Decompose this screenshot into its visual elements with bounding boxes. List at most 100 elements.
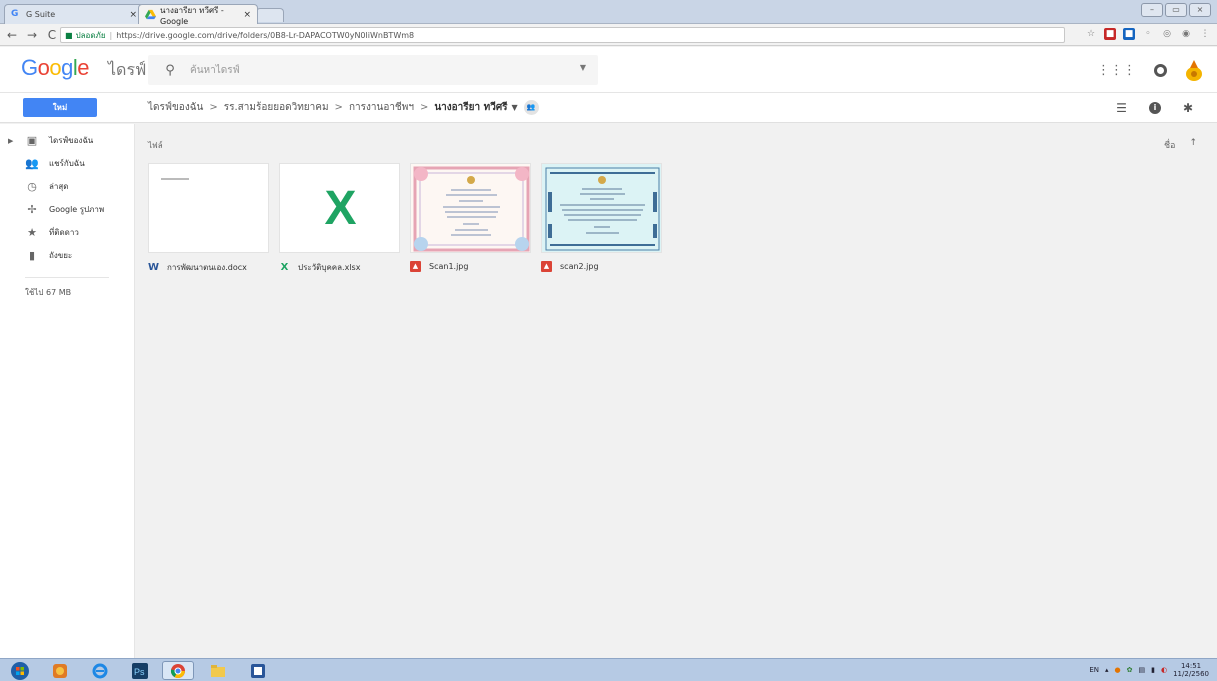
tab-label: นางอารียา ทวีศรี - Google bbox=[160, 5, 224, 26]
sort-control[interactable]: ชื่อ ↑ bbox=[1164, 138, 1197, 152]
tab-gsuite[interactable]: G G Suite × bbox=[4, 4, 144, 24]
volume-icon[interactable]: ◐ bbox=[1161, 666, 1167, 674]
file-name-row: ▲ Scan1.jpg bbox=[410, 261, 531, 272]
trash-icon: ▮ bbox=[28, 249, 36, 262]
tab-label: G Suite bbox=[26, 10, 56, 19]
taskbar-app-icon[interactable] bbox=[44, 661, 76, 680]
shared-folder-icon[interactable]: 👥 bbox=[523, 100, 539, 115]
search-input[interactable]: ค้นหาไดรฟ์ bbox=[190, 63, 240, 78]
search-box[interactable]: ⚲ ค้นหาไดรฟ์ ▼ bbox=[148, 55, 598, 85]
tray-app-icon[interactable]: ✿ bbox=[1127, 666, 1133, 674]
sidebar-item-photos[interactable]: ✢ Google รูปภาพ bbox=[0, 198, 134, 221]
photos-icon: ✢ bbox=[27, 203, 37, 216]
clock-date: 11/2/2560 bbox=[1173, 670, 1209, 678]
back-icon[interactable]: ← bbox=[4, 28, 20, 42]
new-tab-button[interactable] bbox=[256, 8, 284, 22]
info-icon[interactable]: i bbox=[1148, 102, 1161, 114]
photoshop-icon[interactable]: Ps bbox=[124, 661, 156, 680]
tab-close-icon[interactable]: × bbox=[243, 10, 251, 20]
chrome-menu-icon[interactable]: ⋮ bbox=[1199, 28, 1211, 40]
file-explorer-icon[interactable] bbox=[202, 661, 234, 680]
file-thumbnail[interactable]: X bbox=[279, 163, 400, 253]
settings-gear-icon[interactable]: ✱ bbox=[1183, 101, 1193, 115]
minimize-button[interactable]: – bbox=[1141, 3, 1163, 17]
shared-icon: 👥 bbox=[25, 157, 39, 170]
secure-label: ปลอดภัย bbox=[75, 30, 106, 40]
sidebar: ▶ ▣ ไดรฟ์ของฉัน 👥 แชร์กับฉัน ◷ ล่าสุด ✢ … bbox=[0, 124, 135, 658]
start-button[interactable] bbox=[4, 661, 36, 680]
drive-header: Google ไดรฟ์ ⚲ ค้นหาไดรฟ์ ▼ ⋮⋮⋮ bbox=[0, 47, 1217, 93]
tray-expand-icon[interactable]: ▴ bbox=[1105, 666, 1109, 674]
internet-explorer-icon[interactable] bbox=[84, 661, 116, 680]
sidebar-item-label: แชร์กับฉัน bbox=[49, 159, 85, 168]
breadcrumb-current-folder[interactable]: นางอารียา ทวีศรี bbox=[434, 100, 507, 115]
sidebar-item-trash[interactable]: ▮ ถังขยะ bbox=[0, 244, 134, 267]
bookmark-star-icon[interactable]: ☆ bbox=[1085, 28, 1097, 40]
extension-blue-icon[interactable]: ■ bbox=[1123, 28, 1135, 40]
file-thumbnail[interactable] bbox=[410, 163, 531, 253]
new-button[interactable]: ใหม่ bbox=[23, 98, 97, 117]
window-controls: – ▭ × bbox=[1141, 3, 1211, 17]
tab-close-icon[interactable]: × bbox=[129, 10, 137, 20]
url-divider: | bbox=[109, 30, 113, 40]
search-icon[interactable]: ⚲ bbox=[156, 63, 184, 78]
sidebar-item-recent[interactable]: ◷ ล่าสุด bbox=[0, 175, 134, 198]
file-card[interactable]: ▲ Scan1.jpg bbox=[410, 163, 531, 272]
section-title: ไฟล์ bbox=[148, 141, 163, 150]
sort-label[interactable]: ชื่อ bbox=[1164, 138, 1176, 152]
breadcrumb-item[interactable]: รร.สามร้อยยอดวิทยาคม bbox=[224, 100, 329, 115]
network-icon[interactable]: ▤ bbox=[1139, 666, 1146, 674]
extension-gray-icon[interactable]: ◦ bbox=[1142, 28, 1154, 40]
header-actions: ⋮⋮⋮ bbox=[1097, 59, 1203, 81]
file-thumbnail[interactable] bbox=[541, 163, 662, 253]
word-icon: W bbox=[148, 262, 160, 273]
chevron-right-icon: > bbox=[334, 102, 343, 113]
list-view-icon[interactable]: ☰ bbox=[1116, 101, 1127, 115]
language-indicator[interactable]: EN bbox=[1089, 666, 1099, 674]
system-tray: EN ▴ ● ✿ ▤ ▮ ◐ 14:51 11/2/2560 bbox=[1089, 662, 1209, 678]
tray-app-icon[interactable]: ● bbox=[1115, 666, 1121, 674]
file-area: ไฟล์ ชื่อ ↑ W การพัฒนาตนเอง.docx X X ประ… bbox=[136, 124, 1217, 658]
extension-gray-icon[interactable]: ◎ bbox=[1161, 28, 1173, 40]
storage-usage[interactable]: ใช้ไป 67 MB bbox=[0, 286, 134, 299]
chevron-right-icon: > bbox=[209, 102, 218, 113]
breadcrumb-item[interactable]: ไดรฟ์ของฉัน bbox=[148, 100, 203, 115]
file-card[interactable]: ▲ scan2.jpg bbox=[541, 163, 662, 272]
extension-red-icon[interactable]: ■ bbox=[1104, 28, 1116, 40]
file-card[interactable]: X X ประวัติบุคคล.xlsx bbox=[279, 163, 400, 274]
address-bar[interactable]: ■ ปลอดภัย | https://drive.google.com/dri… bbox=[60, 27, 1065, 43]
drive-toolbar: ใหม่ ไดรฟ์ของฉัน > รร.สามร้อยยอดวิทยาคม … bbox=[0, 93, 1217, 123]
avatar[interactable] bbox=[1185, 59, 1203, 81]
sidebar-item-label: ไดรฟ์ของฉัน bbox=[49, 136, 94, 145]
forward-icon[interactable]: → bbox=[24, 28, 40, 42]
power-icon[interactable]: ▮ bbox=[1151, 666, 1155, 674]
extension-gray-icon[interactable]: ◉ bbox=[1180, 28, 1192, 40]
apps-grid-icon[interactable]: ⋮⋮⋮ bbox=[1097, 63, 1136, 78]
sidebar-item-my-drive[interactable]: ▶ ▣ ไดรฟ์ของฉัน bbox=[0, 129, 134, 152]
extension-icons: ☆ ■ ■ ◦ ◎ ◉ ⋮ bbox=[1085, 28, 1211, 40]
sidebar-item-shared[interactable]: 👥 แชร์กับฉัน bbox=[0, 152, 134, 175]
close-window-button[interactable]: × bbox=[1189, 3, 1211, 17]
taskbar-app-icon[interactable] bbox=[242, 661, 274, 680]
google-logo[interactable]: Google bbox=[21, 55, 90, 81]
file-thumbnail[interactable] bbox=[148, 163, 269, 253]
view-actions: ☰ i ✱ bbox=[1116, 101, 1193, 115]
image-icon: ▲ bbox=[410, 261, 421, 272]
sidebar-divider bbox=[25, 277, 109, 278]
search-options-icon[interactable]: ▼ bbox=[580, 63, 586, 72]
lock-icon: ■ bbox=[65, 30, 73, 40]
clock[interactable]: 14:51 11/2/2560 bbox=[1173, 662, 1209, 678]
sidebar-item-starred[interactable]: ★ ที่ติดดาว bbox=[0, 221, 134, 244]
chrome-taskbar-icon[interactable] bbox=[162, 661, 194, 680]
product-name: ไดรฟ์ bbox=[108, 60, 147, 79]
certificate-image bbox=[545, 167, 660, 251]
file-card[interactable]: W การพัฒนาตนเอง.docx bbox=[148, 163, 269, 274]
reload-icon[interactable]: C bbox=[44, 28, 60, 42]
notifications-icon[interactable] bbox=[1154, 63, 1167, 77]
breadcrumb-item[interactable]: การงานอาชีพฯ bbox=[349, 100, 414, 115]
chevron-down-icon[interactable]: ▼ bbox=[512, 103, 518, 112]
tab-drive[interactable]: นางอารียา ทวีศรี - Google × bbox=[138, 4, 258, 26]
maximize-button[interactable]: ▭ bbox=[1165, 3, 1187, 17]
expand-caret-icon[interactable]: ▶ bbox=[8, 137, 13, 145]
sort-arrow-icon[interactable]: ↑ bbox=[1189, 138, 1197, 152]
